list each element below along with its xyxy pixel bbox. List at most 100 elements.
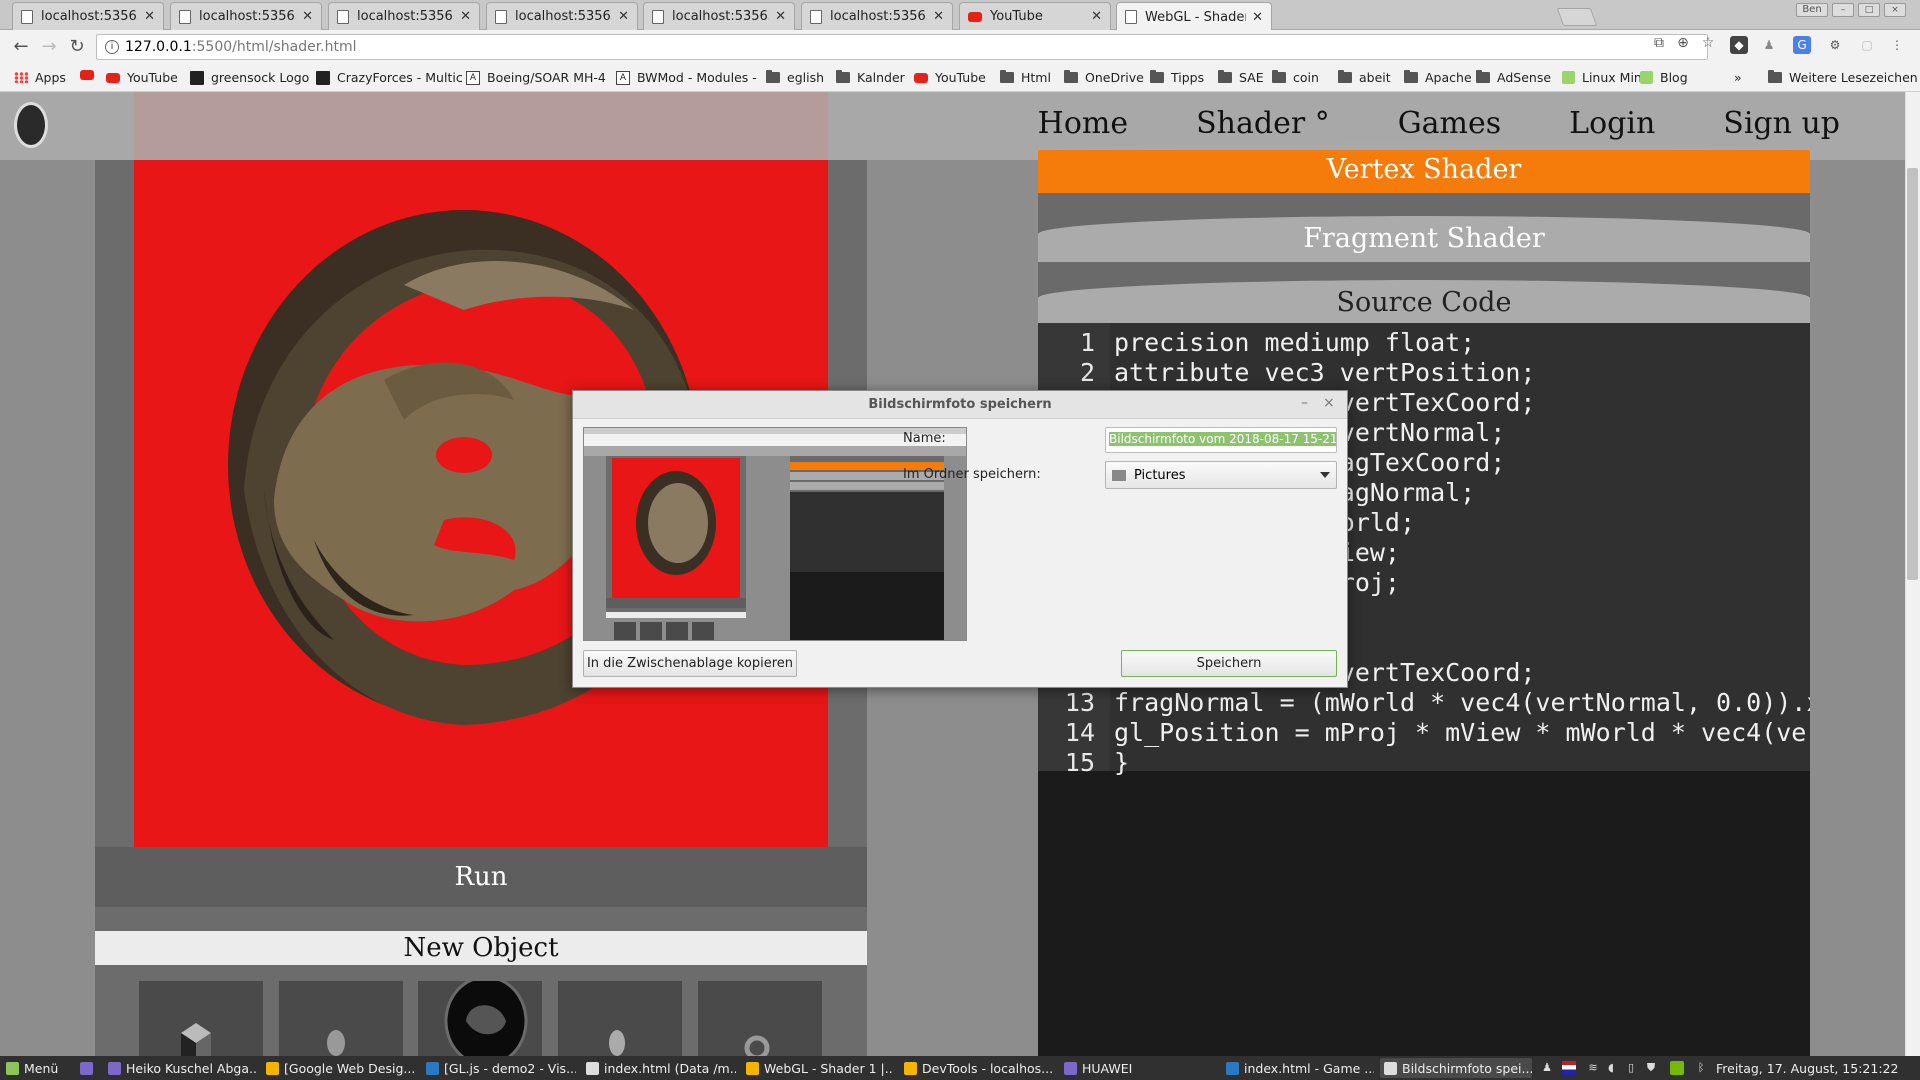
bookmark-item[interactable]: YouTube — [106, 70, 178, 85]
bookmark-item[interactable]: Html — [1000, 70, 1051, 85]
bookmark-item[interactable]: Blog — [1640, 70, 1688, 85]
browser-tab[interactable]: YouTube ✕ — [959, 2, 1111, 30]
tab-fragment-shader[interactable]: Fragment Shader — [1038, 216, 1810, 262]
reload-icon[interactable]: ↻ — [66, 36, 88, 58]
tab-close-icon[interactable]: ✕ — [460, 9, 471, 24]
browser-tab[interactable]: localhost:53563/index.h ✕ — [486, 2, 638, 30]
bookmark-item[interactable]: Kalnder — [836, 70, 905, 85]
zoom-icon[interactable]: ⊕ — [1675, 35, 1691, 51]
bookmark-item[interactable]: Tipps — [1150, 70, 1204, 85]
extension-shield-icon[interactable]: ◆ — [1730, 36, 1748, 54]
bookmark-item[interactable]: AdSense — [1476, 70, 1551, 85]
address-bar[interactable]: i 127.0.0.1:5500/html/shader.html — [96, 34, 1708, 60]
bookmarks-overflow-button[interactable]: » — [1734, 70, 1742, 85]
dialog-minimize-icon[interactable]: – — [1301, 395, 1308, 411]
browser-tab[interactable]: localhost:53563/index.h ✕ — [801, 2, 953, 30]
bookmark-item[interactable]: OneDrive — [1064, 70, 1144, 85]
other-bookmarks-folder[interactable]: Weitere Lesezeichen — [1768, 70, 1918, 85]
user-icon[interactable]: ♟ — [1540, 1061, 1554, 1075]
scrollbar-thumb[interactable] — [1907, 168, 1918, 580]
tab-close-icon[interactable]: ✕ — [775, 9, 786, 24]
forward-arrow-icon[interactable]: → — [38, 36, 60, 58]
site-logo-icon[interactable] — [14, 102, 48, 148]
taskbar-window-button[interactable]: HUAWEI — [1060, 1058, 1216, 1078]
browser-tab[interactable]: localhost:53563/index.h ✕ — [12, 2, 164, 30]
keyboard-layout-flag-icon[interactable] — [1562, 1061, 1576, 1075]
bluetooth-icon[interactable]: ᛒ — [1694, 1061, 1708, 1075]
bookmark-item[interactable]: A BWMod - Modules - — [616, 70, 757, 85]
object-thumbnail-egg[interactable] — [558, 981, 682, 1056]
translate-icon[interactable]: ⧉ — [1651, 35, 1667, 51]
taskbar-window-button[interactable]: Bildschirmfoto spei... — [1380, 1058, 1532, 1078]
bookmark-item[interactable]: Apache — [1404, 70, 1472, 85]
profile-button[interactable]: Ben — [1796, 3, 1828, 17]
info-icon[interactable]: i — [105, 40, 119, 54]
close-window-button[interactable]: × — [1884, 3, 1906, 17]
bookmark-item[interactable] — [80, 70, 101, 80]
bookmark-item[interactable]: coin — [1272, 70, 1319, 85]
minimize-window-button[interactable]: – — [1832, 3, 1854, 17]
taskbar-window-button[interactable]: Heiko Kuschel Abga... — [104, 1058, 256, 1078]
tab-close-icon[interactable]: ✕ — [618, 9, 629, 24]
run-button[interactable]: Run — [95, 847, 867, 907]
taskbar-window-button[interactable]: index.html - Game ... — [1222, 1058, 1374, 1078]
browser-tab[interactable]: localhost:53563/index.h ✕ — [328, 2, 480, 30]
object-thumbnail-disc[interactable] — [418, 975, 542, 1056]
extension-gear-icon[interactable]: ⚙ — [1826, 36, 1844, 54]
bookmark-item[interactable]: greensock Logo — [190, 70, 309, 85]
nav-signup-link[interactable]: Sign up — [1723, 106, 1840, 141]
code-line[interactable]: 2 attribute vec3 vertPosition; — [1038, 358, 1810, 388]
network-icon[interactable]: ≋ — [1586, 1061, 1600, 1075]
volume-icon[interactable]: ◖ — [1604, 1061, 1618, 1075]
object-thumbnail-cube[interactable] — [139, 981, 263, 1056]
nav-shader-link[interactable]: Shader ° — [1196, 106, 1330, 141]
code-line[interactable]: 14 gl_Position = mProj * mView * mWorld *… — [1038, 718, 1810, 748]
folder-select[interactable]: Pictures — [1105, 461, 1337, 489]
tab-close-icon[interactable]: ✕ — [1252, 10, 1263, 25]
dialog-close-icon[interactable]: × — [1323, 395, 1335, 411]
bookmark-item[interactable]: A Boeing/SOAR MH-4 — [466, 70, 606, 85]
filename-input[interactable]: Bildschirmfoto vom 2018-08-17 15-21-20 — [1105, 427, 1337, 453]
code-line[interactable]: 13 fragNormal = (mWorld * vec4(vertNormal… — [1038, 688, 1810, 718]
browser-tab[interactable]: localhost:53563/index.h ✕ — [170, 2, 322, 30]
taskbar-window-button[interactable]: WebGL - Shader 1 |... — [742, 1058, 894, 1078]
nav-login-link[interactable]: Login — [1569, 106, 1655, 141]
browser-tab[interactable]: localhost:53563/index.h ✕ — [643, 2, 795, 30]
show-desktop-button[interactable] — [76, 1058, 96, 1078]
taskbar-window-button[interactable]: DevTools - localhos... — [900, 1058, 1054, 1078]
start-menu-button[interactable]: Menü — [2, 1058, 68, 1078]
nvidia-icon[interactable] — [1670, 1061, 1684, 1075]
code-line[interactable]: 1 precision mediump float; — [1038, 328, 1810, 358]
bookmark-item[interactable]: SAE — [1218, 70, 1264, 85]
nav-home-link[interactable]: Home — [1038, 106, 1128, 141]
menu-dots-icon[interactable]: ⋮ — [1888, 36, 1906, 54]
source-code-header[interactable]: Source Code — [1038, 280, 1810, 326]
system-clock[interactable]: Freitag, 17. August, 15:21:22 — [1712, 1058, 1918, 1078]
bookmark-item[interactable]: eglish — [766, 70, 824, 85]
extension-translate-icon[interactable]: G — [1793, 36, 1811, 54]
tab-close-icon[interactable]: ✕ — [1091, 9, 1102, 24]
tab-vertex-shader[interactable]: Vertex Shader — [1038, 150, 1810, 193]
bookmark-item[interactable]: YouTube — [914, 70, 986, 85]
maximize-window-button[interactable]: □ — [1858, 3, 1880, 17]
battery-icon[interactable]: ▯ — [1624, 1061, 1638, 1075]
copy-to-clipboard-button[interactable]: In die Zwischenablage kopieren — [583, 650, 797, 677]
bookmark-star-icon[interactable]: ☆ — [1700, 35, 1716, 51]
extension-box-icon[interactable]: ▢ — [1858, 36, 1876, 54]
nav-games-link[interactable]: Games — [1398, 106, 1501, 141]
object-thumbnail-ring[interactable] — [698, 981, 822, 1056]
extension-person-icon[interactable]: ♟ — [1760, 36, 1778, 54]
tab-close-icon[interactable]: ✕ — [144, 9, 155, 24]
bookmark-item[interactable]: Linux Mint — [1562, 70, 1647, 85]
taskbar-window-button[interactable]: [Google Web Desig... — [262, 1058, 416, 1078]
shield-icon[interactable]: ⛊ — [1644, 1061, 1658, 1075]
taskbar-window-button[interactable]: index.html (Data /m... — [582, 1058, 736, 1078]
bookmark-item[interactable]: CrazyForces - Multic — [316, 70, 463, 85]
bookmark-item[interactable]: abeit — [1338, 70, 1391, 85]
tab-close-icon[interactable]: ✕ — [933, 9, 944, 24]
new-tab-button[interactable] — [1556, 8, 1598, 26]
tab-close-icon[interactable]: ✕ — [302, 9, 313, 24]
object-thumbnail-sphere[interactable] — [279, 981, 403, 1056]
back-arrow-icon[interactable]: ← — [10, 36, 32, 58]
save-button[interactable]: Speichern — [1121, 650, 1337, 677]
